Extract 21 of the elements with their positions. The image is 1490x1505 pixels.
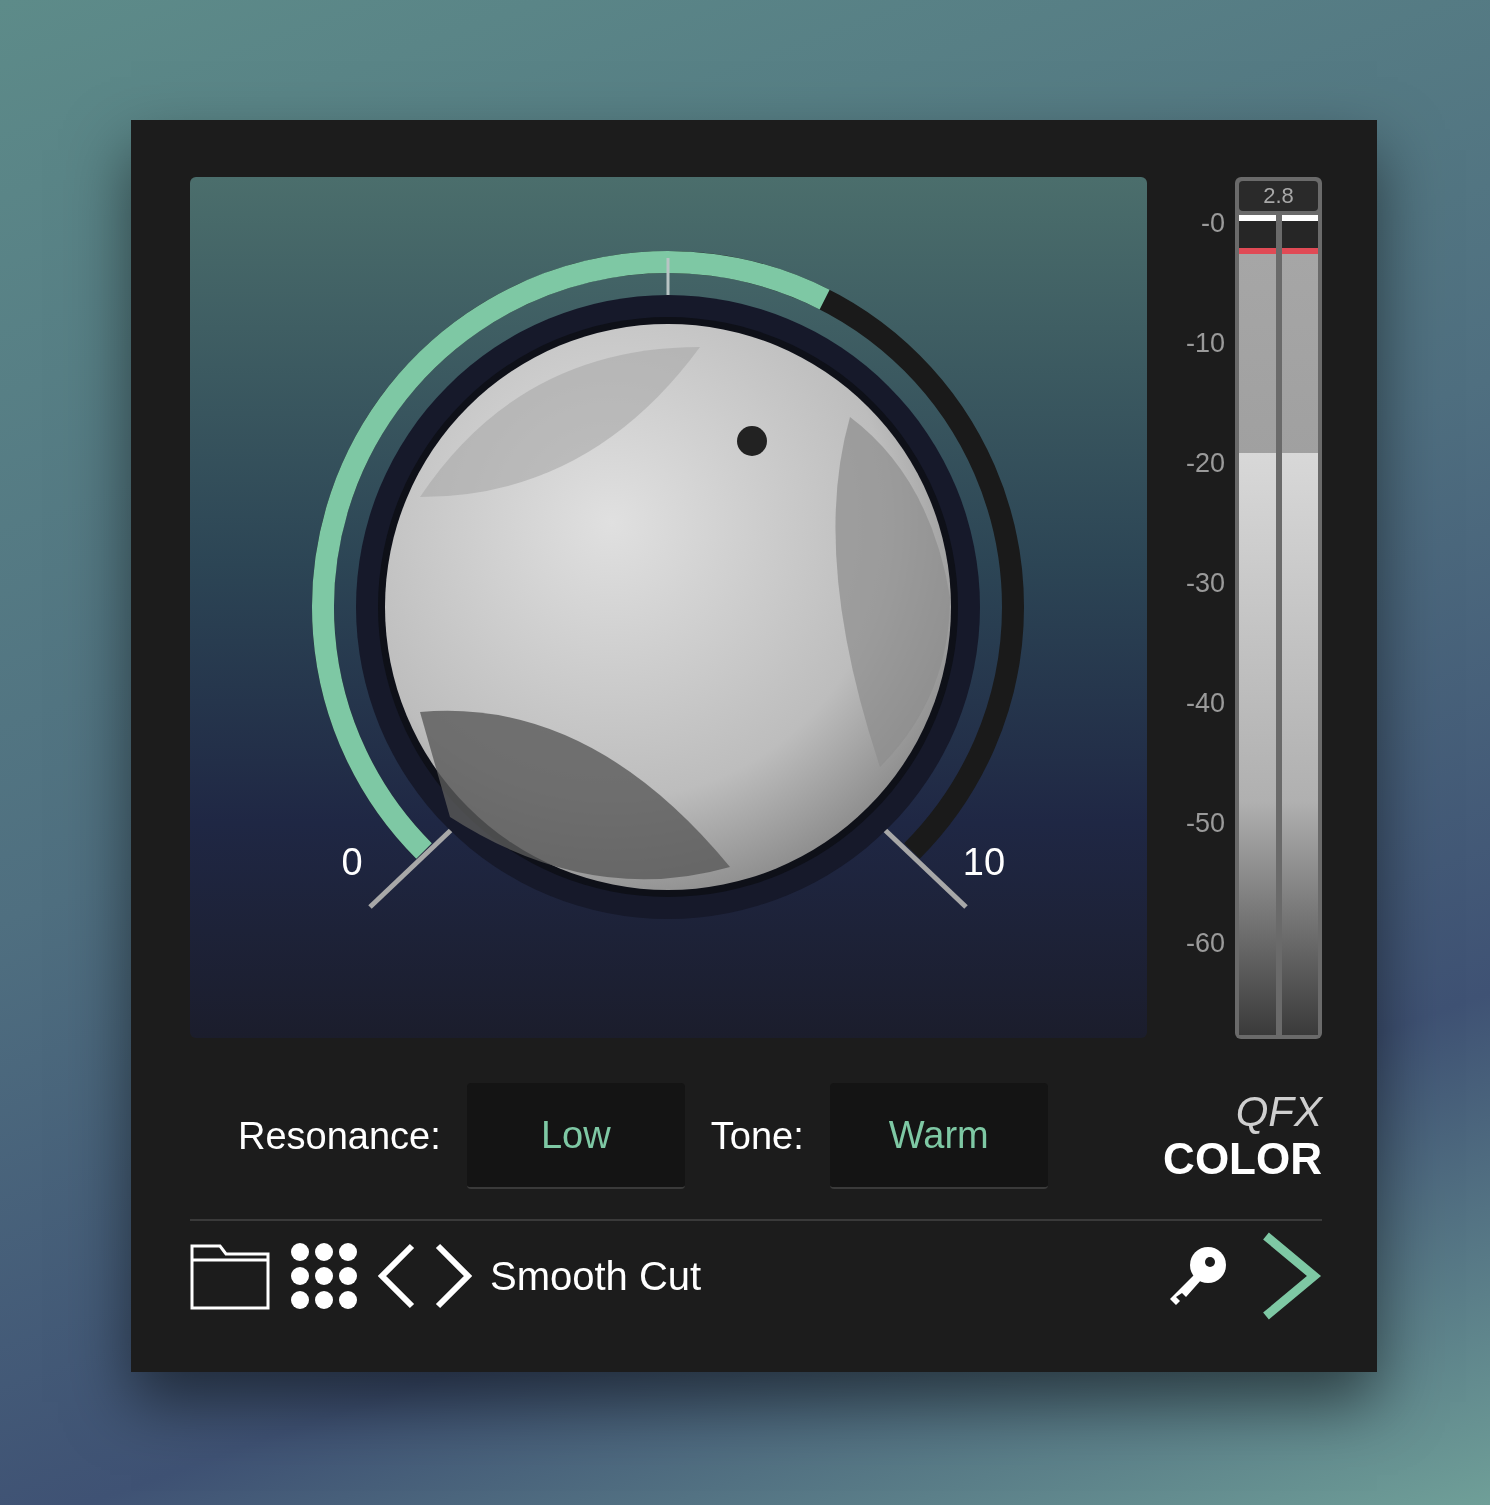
value-selector[interactable]: Low bbox=[466, 1083, 685, 1189]
logo-bottom: COLOR bbox=[1163, 1135, 1322, 1183]
meter-scale-label: -40 bbox=[1185, 688, 1225, 718]
value-selector[interactable]: Warm bbox=[829, 1083, 1048, 1189]
control-label: Resonance: bbox=[238, 1113, 441, 1159]
min-label: 0 bbox=[341, 841, 363, 883]
meter-scale-label: -0 bbox=[1201, 208, 1225, 238]
grid-icon[interactable] bbox=[290, 1242, 358, 1310]
meter-scale-label: -20 bbox=[1185, 448, 1225, 478]
control-label: Tone: bbox=[710, 1113, 804, 1159]
meter-readout: 2.8 bbox=[1239, 181, 1318, 211]
meter-scale-label: -60 bbox=[1185, 928, 1225, 958]
meter-scale-label: -30 bbox=[1185, 568, 1225, 598]
logo-top: QFX bbox=[1235, 1089, 1322, 1135]
meter-scale-label: -50 bbox=[1185, 808, 1225, 838]
meter-scale-label: -10 bbox=[1185, 328, 1225, 358]
next-icon[interactable] bbox=[434, 1242, 474, 1310]
previous-icon[interactable] bbox=[376, 1242, 416, 1310]
folder-icon[interactable] bbox=[190, 1242, 270, 1310]
max-label: 10 bbox=[962, 841, 1006, 883]
preset-name[interactable]: Smooth Cut bbox=[490, 1246, 702, 1306]
